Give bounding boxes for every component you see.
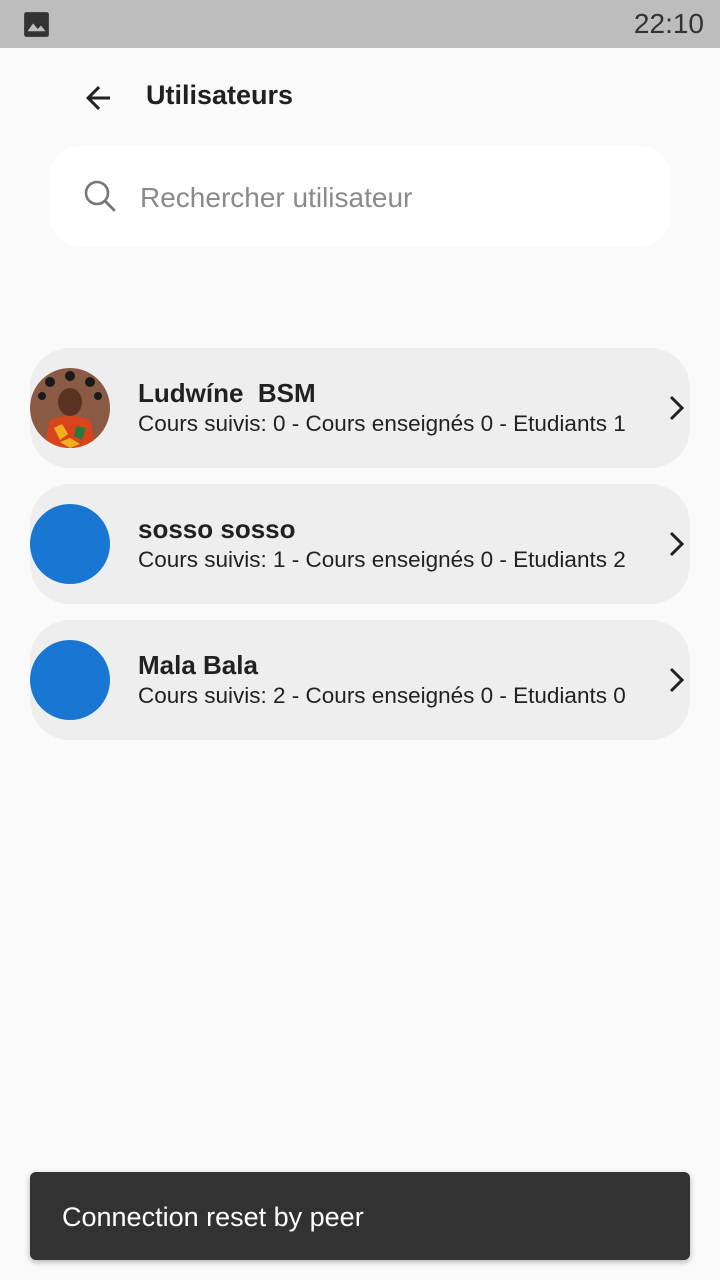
avatar bbox=[30, 640, 110, 720]
user-stats: Cours suivis: 0 - Cours enseignés 0 - Et… bbox=[138, 411, 626, 436]
app-bar: Utilisateurs bbox=[0, 48, 720, 148]
user-card-ludwine[interactable]: Ludwíne BSM Cours suivis: 0 - Cours ense… bbox=[30, 348, 690, 468]
avatar bbox=[30, 504, 110, 584]
status-bar: 22:10 bbox=[0, 0, 720, 48]
page-title: Utilisateurs bbox=[146, 80, 294, 110]
avatar bbox=[30, 368, 110, 448]
user-name: sosso sosso bbox=[138, 514, 296, 544]
chevron-right-icon bbox=[669, 667, 685, 693]
arrow-left-icon bbox=[86, 86, 110, 110]
back-button[interactable] bbox=[74, 74, 122, 122]
user-name: Mala Bala bbox=[138, 650, 258, 680]
snackbar-message: Connection reset by peer bbox=[62, 1202, 364, 1232]
status-time: 22:10 bbox=[633, 8, 704, 39]
chevron-right-icon bbox=[669, 395, 685, 421]
user-card-mala[interactable]: Mala Bala Cours suivis: 2 - Cours enseig… bbox=[30, 620, 690, 740]
chevron-right-icon bbox=[669, 531, 685, 557]
search-input[interactable] bbox=[140, 176, 640, 220]
snackbar: Connection reset by peer bbox=[30, 1172, 690, 1260]
user-stats: Cours suivis: 2 - Cours enseignés 0 - Et… bbox=[138, 683, 626, 708]
user-name: Ludwíne BSM bbox=[138, 378, 316, 408]
user-stats: Cours suivis: 1 - Cours enseignés 0 - Et… bbox=[138, 547, 626, 572]
user-card-sosso[interactable]: sosso sosso Cours suivis: 1 - Cours ense… bbox=[30, 484, 690, 604]
search-icon bbox=[84, 180, 116, 212]
image-icon bbox=[24, 12, 49, 37]
